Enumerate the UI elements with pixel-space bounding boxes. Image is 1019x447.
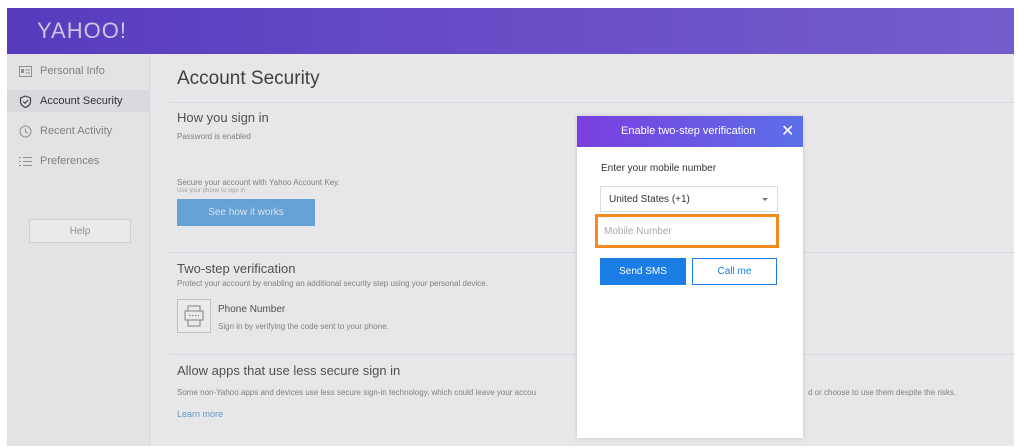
browser-frame: YAHOO! Personal Info Account Security Re… xyxy=(7,8,1014,446)
two-step-modal: Enable two-step verification ✕ Enter you… xyxy=(577,116,803,438)
modal-title: Enable two-step verification xyxy=(621,125,756,137)
modal-header: Enable two-step verification ✕ xyxy=(577,116,803,147)
send-sms-button[interactable]: Send SMS xyxy=(600,258,686,285)
chevron-down-icon xyxy=(762,198,768,201)
country-select-value: United States (+1) xyxy=(609,193,690,205)
country-select[interactable]: United States (+1) xyxy=(600,186,778,212)
mobile-number-input[interactable] xyxy=(600,219,774,243)
modal-backdrop xyxy=(7,8,1014,446)
call-me-button[interactable]: Call me xyxy=(692,258,777,285)
mobile-number-label: Enter your mobile number xyxy=(601,163,717,174)
close-icon[interactable]: ✕ xyxy=(781,121,794,141)
